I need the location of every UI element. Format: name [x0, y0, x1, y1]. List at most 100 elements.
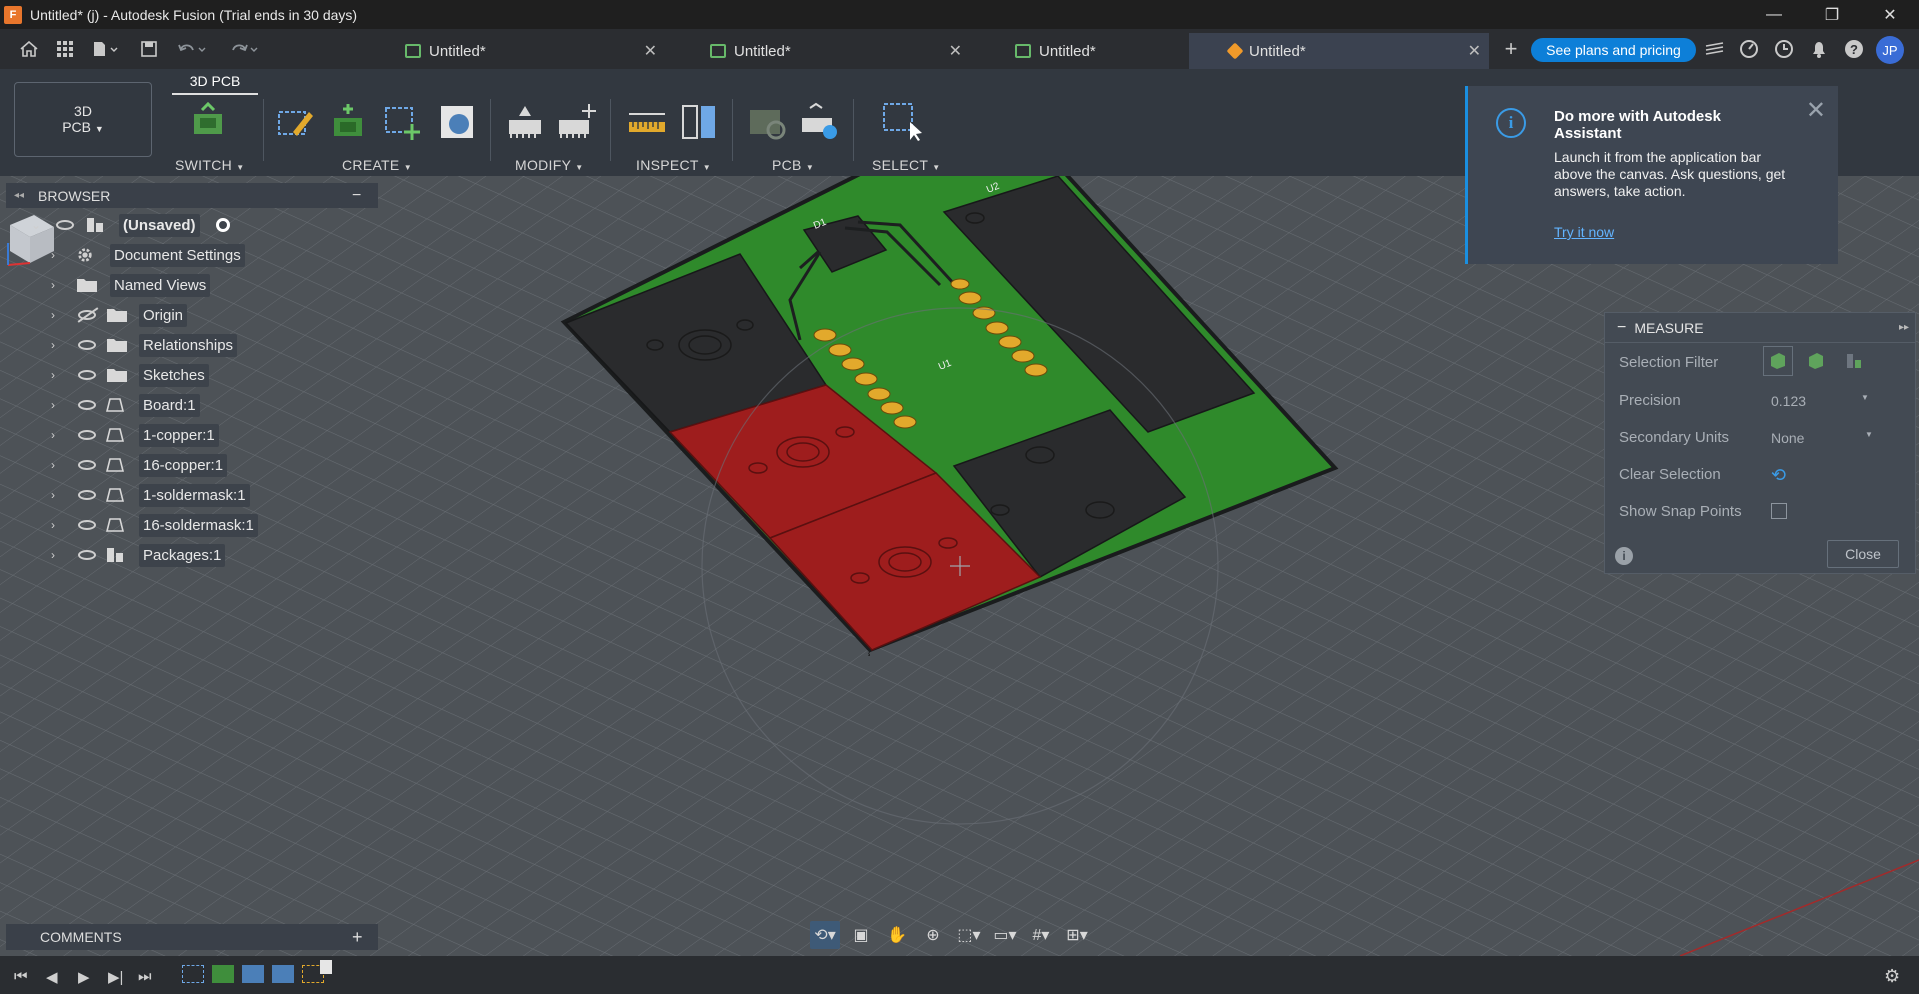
active-radio-icon[interactable]	[216, 218, 230, 232]
collapse-panel-icon[interactable]: ◂◂	[14, 190, 24, 201]
restore-button[interactable]: ❐	[1803, 0, 1861, 29]
close-tab-icon[interactable]: ✕	[949, 41, 962, 61]
help-icon[interactable]: ?	[1841, 37, 1867, 61]
chevron-right-icon[interactable]: ›	[51, 368, 55, 382]
chevron-right-icon[interactable]: ›	[51, 428, 55, 442]
select-group-label[interactable]: SELECT ▼	[872, 157, 940, 173]
see-plans-button[interactable]: See plans and pricing	[1531, 38, 1696, 62]
display-settings-icon[interactable]: ▭▾	[990, 921, 1020, 949]
chevron-right-icon[interactable]: ›	[51, 518, 55, 532]
add-comment-icon[interactable]: +	[352, 927, 363, 948]
chevron-right-icon[interactable]: ›	[51, 548, 55, 562]
filter-body-icon[interactable]	[1763, 346, 1793, 376]
measure-close-button[interactable]: Close	[1827, 540, 1899, 568]
hidden-eye-icon[interactable]	[78, 310, 96, 320]
close-tab-icon[interactable]: ✕	[644, 41, 657, 61]
tab-3d-pcb[interactable]: 3D PCB	[172, 73, 258, 95]
grid-settings-icon[interactable]: #▾	[1026, 921, 1056, 949]
tree-item-1-soldermask[interactable]: › 1-soldermask:1	[6, 480, 378, 510]
tree-item-16-soldermask[interactable]: › 16-soldermask:1	[6, 510, 378, 540]
measure-icon[interactable]	[627, 102, 667, 142]
tree-root[interactable]: ⌄ (Unsaved)	[6, 210, 378, 240]
save-icon[interactable]	[136, 37, 162, 61]
chevron-right-icon[interactable]: ›	[51, 278, 55, 292]
step-forward-icon[interactable]: ▶|	[108, 968, 123, 986]
clock-icon[interactable]	[1771, 37, 1797, 61]
visibility-eye-icon[interactable]	[78, 370, 96, 380]
minimize-button[interactable]: —	[1745, 0, 1803, 29]
tree-item-origin[interactable]: › Origin	[6, 300, 378, 330]
visibility-eye-icon[interactable]	[78, 460, 96, 470]
zoom-icon[interactable]: ⊕	[918, 921, 948, 949]
create-component-icon[interactable]	[328, 102, 368, 142]
tree-item-1-copper[interactable]: › 1-copper:1	[6, 420, 378, 450]
timeline-marker[interactable]	[320, 960, 332, 974]
tree-item-document-settings[interactable]: › Document Settings	[6, 240, 378, 270]
visibility-eye-icon[interactable]	[78, 490, 96, 500]
tree-item-packages[interactable]: › Packages:1	[6, 540, 378, 570]
chevron-right-icon[interactable]: ›	[51, 248, 55, 262]
create-body-icon[interactable]	[437, 102, 477, 142]
clear-selection-icon[interactable]: ⟲	[1771, 465, 1786, 486]
create-group-label[interactable]: CREATE ▼	[342, 157, 412, 173]
chevron-down-icon[interactable]: ⌄	[31, 218, 41, 232]
create-outline-icon[interactable]	[382, 102, 422, 142]
assistant-icon[interactable]	[1702, 37, 1728, 61]
tab-untitled-pcb[interactable]: Untitled* ✕	[670, 33, 970, 69]
go-to-start-icon[interactable]: ⏮	[14, 968, 28, 985]
secondary-units-select[interactable]: None ▼	[1771, 430, 1873, 446]
user-avatar[interactable]: JP	[1876, 36, 1904, 64]
close-tab-icon[interactable]: ✕	[1468, 41, 1481, 61]
switch-group-label[interactable]: SWITCH ▼	[175, 157, 244, 173]
select-icon[interactable]	[882, 102, 922, 142]
tab-untitled-schematic[interactable]: Untitled* ✕	[365, 33, 665, 69]
timeline-sketch-icon[interactable]	[182, 965, 204, 983]
pcb-link-icon[interactable]	[748, 102, 788, 142]
visibility-eye-icon[interactable]	[78, 430, 96, 440]
file-menu-icon[interactable]	[88, 37, 124, 61]
pcb-group-label[interactable]: PCB ▼	[772, 157, 814, 173]
orbit-icon[interactable]: ⟲▾	[810, 921, 840, 949]
precision-select[interactable]: 0.123 ▼	[1771, 393, 1869, 409]
chevron-right-icon[interactable]: ›	[51, 488, 55, 502]
timeline-body-icon-2[interactable]	[272, 965, 294, 983]
undo-icon[interactable]	[174, 37, 210, 61]
chevron-right-icon[interactable]: ›	[51, 308, 55, 322]
show-snap-points-checkbox[interactable]	[1771, 503, 1787, 519]
tree-item-board[interactable]: › Board:1	[6, 390, 378, 420]
modify-group-label[interactable]: MODIFY ▼	[515, 157, 583, 173]
visibility-eye-icon[interactable]	[78, 550, 96, 560]
visibility-eye-icon[interactable]	[78, 340, 96, 350]
switch-to-pcb-icon[interactable]	[188, 102, 228, 142]
tab-untitled-3d-active[interactable]: Untitled* ✕	[1189, 33, 1489, 69]
timeline-body-icon[interactable]	[242, 965, 264, 983]
modify-package-icon[interactable]	[505, 102, 545, 142]
minimize-panel-icon[interactable]: −	[352, 187, 361, 205]
redo-icon[interactable]	[226, 37, 262, 61]
pan-hand-icon[interactable]: ✋	[882, 921, 912, 949]
visibility-eye-icon[interactable]	[56, 220, 74, 230]
pcb-settings-icon[interactable]	[800, 102, 840, 142]
collapse-icon[interactable]: −	[1617, 319, 1626, 337]
fit-icon[interactable]: ⬚▾	[954, 921, 984, 949]
close-popup-icon[interactable]: ✕	[1806, 96, 1826, 125]
play-icon[interactable]: ▶	[78, 968, 90, 986]
filter-face-icon[interactable]	[1801, 346, 1831, 376]
create-sketch-icon[interactable]	[275, 102, 315, 142]
tree-item-16-copper[interactable]: › 16-copper:1	[6, 450, 378, 480]
visibility-eye-icon[interactable]	[78, 520, 96, 530]
tree-item-named-views[interactable]: › Named Views	[6, 270, 378, 300]
notification-bell-icon[interactable]	[1806, 37, 1832, 61]
tree-item-sketches[interactable]: › Sketches	[6, 360, 378, 390]
chevron-right-icon[interactable]: ›	[51, 338, 55, 352]
chevron-right-icon[interactable]: ›	[51, 458, 55, 472]
inspect-group-label[interactable]: INSPECT ▼	[636, 157, 711, 173]
try-it-now-link[interactable]: Try it now	[1554, 224, 1614, 240]
info-icon[interactable]: i	[1615, 547, 1633, 565]
home-icon[interactable]	[16, 37, 42, 61]
visibility-eye-icon[interactable]	[78, 400, 96, 410]
viewports-icon[interactable]: ⊞▾	[1062, 921, 1092, 949]
filter-component-icon[interactable]	[1839, 346, 1869, 376]
app-grid-icon[interactable]	[52, 37, 78, 61]
timeline-settings-icon[interactable]: ⚙	[1884, 966, 1900, 987]
